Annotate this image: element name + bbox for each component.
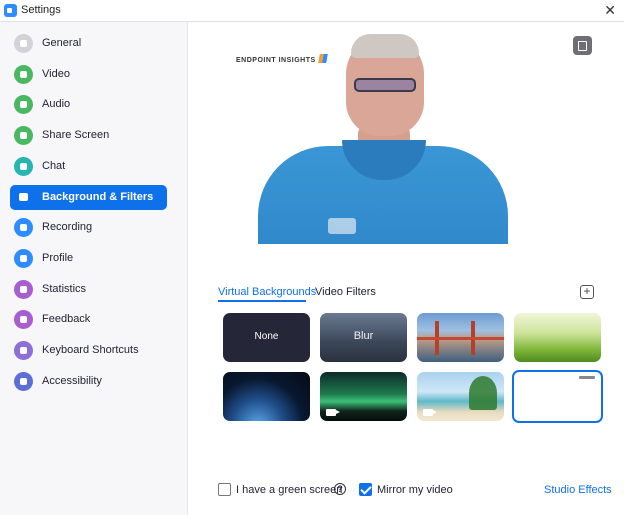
shirt-logo [328, 218, 356, 234]
statistics-icon [14, 279, 33, 299]
sidebar-item-share-screen[interactable]: Share Screen [10, 123, 167, 148]
close-icon[interactable]: ✕ [604, 2, 616, 18]
accessibility-icon [14, 371, 33, 391]
mirror-video-label: Mirror my video [377, 484, 453, 496]
sidebar-item-recording[interactable]: Recording [10, 215, 167, 240]
earth-thumbnail[interactable] [223, 372, 310, 421]
sidebar-item-chat[interactable]: Chat [10, 154, 167, 179]
sidebar-item-label: General [42, 37, 82, 49]
sidebar-item-accessibility[interactable]: Accessibility [10, 369, 167, 394]
mirror-video-checkbox[interactable] [359, 483, 372, 496]
rotate-video-icon[interactable] [573, 36, 592, 55]
gear-icon [14, 34, 33, 53]
sidebar-item-label: Share Screen [42, 129, 110, 142]
sidebar-item-background-filters[interactable]: Background & Filters [10, 184, 167, 210]
person-video-feed [258, 28, 508, 244]
sidebar-item-video[interactable]: Video [10, 62, 167, 87]
tab-virtual-backgrounds[interactable]: Virtual Backgrounds [218, 286, 316, 298]
feedback-icon [14, 310, 33, 330]
sidebar-item-keyboard-shortcuts[interactable]: Keyboard Shortcuts [10, 338, 167, 363]
settings-sidebar: General Video Audio Share Screen Chat Backgro… [0, 22, 188, 515]
studio-effects-link[interactable]: Studio Effects [544, 484, 612, 496]
sidebar-item-label: Chat [42, 159, 66, 172]
zoom-app-icon [4, 4, 17, 17]
background-none-thumbnail[interactable]: None [223, 313, 310, 362]
keyboard-icon [14, 341, 33, 360]
background-icon [14, 188, 33, 207]
sidebar-item-label: Video [42, 67, 70, 80]
sidebar-item-audio[interactable]: Audio [10, 92, 167, 117]
golden-gate-thumbnail[interactable] [417, 313, 504, 362]
sidebar-item-label: Feedback [42, 313, 91, 326]
sidebar-item-label: Recording [42, 221, 93, 234]
tab-video-filters[interactable]: Video Filters [315, 286, 376, 298]
aurora-thumbnail[interactable] [320, 372, 407, 421]
sidebar-item-label: Statistics [42, 282, 87, 295]
active-tab-indicator [218, 300, 306, 302]
video-icon [14, 64, 33, 84]
profile-icon [14, 248, 33, 268]
sidebar-item-label: Accessibility [42, 374, 102, 387]
custom-image-thumbnail[interactable] [512, 370, 603, 423]
share-screen-icon [14, 126, 33, 146]
sidebar-item-label: Profile [42, 251, 74, 264]
recording-icon [14, 218, 33, 238]
background-blur-thumbnail[interactable]: Blur [320, 313, 407, 362]
sidebar-item-label: Keyboard Shortcuts [42, 344, 139, 356]
mini-logo [579, 376, 595, 379]
person-glasses [354, 78, 416, 92]
video-preview: ENDPOINT INSIGHTS [218, 28, 604, 244]
add-background-icon[interactable]: + [580, 285, 594, 299]
beach-thumbnail[interactable] [417, 372, 504, 421]
sidebar-item-feedback[interactable]: Feedback [10, 307, 167, 332]
grass-thumbnail[interactable] [514, 313, 601, 362]
video-camera-icon [423, 409, 437, 416]
thumbnail-label: None [254, 331, 279, 342]
sidebar-item-profile[interactable]: Profile [10, 246, 167, 271]
chat-icon [14, 156, 33, 176]
sidebar-item-label: Audio [42, 98, 71, 111]
window-title: Settings [21, 4, 61, 16]
help-icon[interactable]: ? [334, 483, 346, 495]
title-bar: Settings ✕ [0, 0, 624, 22]
thumbnail-label: Blur [353, 330, 374, 342]
green-screen-label: I have a green screen [236, 484, 343, 496]
green-screen-checkbox[interactable] [218, 483, 231, 496]
sidebar-item-label: Background & Filters [42, 190, 154, 203]
headphones-icon [14, 95, 33, 115]
person-hair [351, 34, 419, 58]
video-camera-icon [326, 409, 340, 416]
sidebar-item-statistics[interactable]: Statistics [10, 277, 167, 302]
sidebar-item-general[interactable]: General [10, 31, 167, 56]
